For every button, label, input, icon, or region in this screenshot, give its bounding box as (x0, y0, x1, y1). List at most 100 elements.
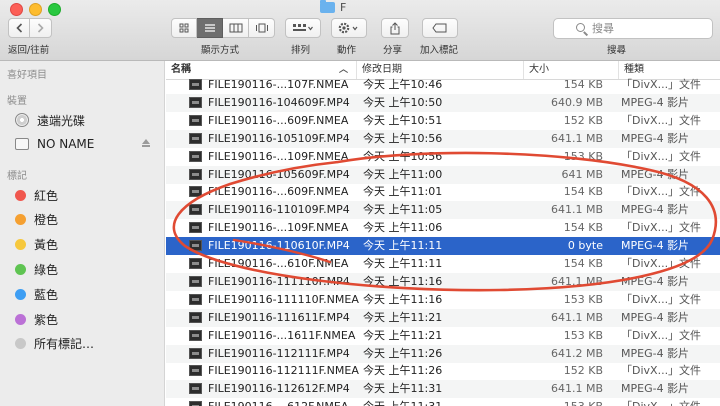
table-row[interactable]: FILE190116-...612F.NMEA 今天 上午11:31 153 KB 「… (166, 398, 720, 406)
sidebar-item-tag[interactable]: 紅色 (15, 184, 160, 206)
tags-header: 標記 (7, 171, 27, 182)
video-file-icon (189, 275, 202, 287)
gallery-view-button[interactable] (249, 18, 275, 38)
devices-header: 裝置 (7, 96, 27, 107)
sidebar-item-remote-disc[interactable]: 遠端光碟 (15, 109, 160, 131)
table-row[interactable]: FILE190116-...609F.NMEA 今天 上午11:01 154 KB 「… (166, 183, 720, 201)
table-row[interactable]: FILE190116-112111F.NMEA 今天 上午11:26 152 KB 「… (166, 362, 720, 380)
tag-color-dot-icon (15, 313, 26, 325)
table-row[interactable]: FILE190116-110109F.MP4 今天 上午11:05 641.1 MB… (166, 201, 720, 220)
external-drive-icon (15, 138, 29, 150)
close-window-button[interactable] (10, 3, 23, 16)
file-name: FILE190116-...609F.NMEA (208, 185, 349, 199)
table-row[interactable]: FILE190116-105109F.MP4 今天 上午10:56 641.1 MB… (166, 129, 720, 148)
sidebar-item-no-name[interactable]: NO NAME (15, 133, 160, 155)
table-row[interactable]: FILE190116-105609F.MP4 今天 上午11:00 641 MB MP… (166, 165, 720, 184)
file-date: 今天 上午11:06 (363, 221, 443, 235)
file-size: 641.1 MB (550, 310, 603, 324)
table-row[interactable]: FILE190116-112111F.MP4 今天 上午11:26 641.2 MB… (166, 344, 720, 363)
tag-color-dot-icon (15, 189, 26, 201)
share-button[interactable] (381, 18, 409, 38)
sidebar-item-tag[interactable]: 紫色 (15, 308, 160, 330)
file-name: FILE190116-111110F.MP4 (208, 274, 350, 288)
add-tag-button[interactable] (422, 18, 458, 38)
file-date: 今天 上午10:56 (363, 131, 443, 145)
table-row-selected[interactable]: FILE190116-110610F.MP4 今天 上午11:11 0 byte MP… (166, 237, 720, 256)
file-size: 641 MB (561, 167, 603, 181)
file-date: 今天 上午11:01 (363, 185, 443, 199)
search-field[interactable] (553, 18, 713, 39)
file-date: 今天 上午11:00 (363, 167, 443, 181)
action-button[interactable] (331, 18, 367, 38)
file-size: 153 KB (563, 328, 603, 342)
table-row[interactable]: FILE190116-111110F.NMEA 今天 上午11:16 153 KB 「… (166, 291, 720, 309)
optical-disc-icon (15, 113, 29, 127)
table-row[interactable]: FILE190116-...109F.NMEA 今天 上午11:06 154 KB 「… (166, 219, 720, 237)
window-title-text: F (340, 0, 347, 14)
file-size: 154 KB (563, 185, 603, 199)
file-kind: MPEG-4 影片 (621, 346, 690, 360)
sidebar-item-tag[interactable]: 所有標記… (15, 333, 160, 355)
table-row[interactable]: FILE190116-112612F.MP4 今天 上午11:31 641.1 MB… (166, 380, 720, 399)
file-name: FILE190116-111611F.MP4 (208, 310, 350, 324)
file-kind: 「DivX...」文件 (621, 221, 702, 235)
sidebar-item-tag[interactable]: 綠色 (15, 258, 160, 280)
sidebar: 喜好項目 裝置 遠端光碟 NO NAME 標記 紅色橙色黃色綠色藍色紫色所有標記… (0, 61, 165, 406)
minimize-window-button[interactable] (29, 3, 42, 16)
table-row[interactable]: FILE190116-...107F.NMEA 今天 上午10:46 154 KB 「… (166, 76, 720, 94)
favorites-header: 喜好項目 (7, 70, 47, 81)
file-kind: MPEG-4 影片 (621, 95, 690, 109)
table-row[interactable]: FILE190116-111110F.MP4 今天 上午11:16 641.1 MB… (166, 272, 720, 291)
tag-color-dot-icon (15, 263, 26, 275)
file-date: 今天 上午11:05 (363, 203, 443, 217)
tag-color-dot-icon (15, 338, 26, 350)
file-name: FILE190116-...109F.NMEA (208, 149, 349, 163)
file-date: 今天 上午11:26 (363, 346, 443, 360)
file-kind: MPEG-4 影片 (621, 310, 690, 324)
file-size: 154 KB (563, 221, 603, 235)
tag-icon (432, 23, 447, 33)
columns-icon (229, 23, 242, 33)
back-forward-label: 返回/往前 (8, 45, 50, 56)
sidebar-item-label: 遠端光碟 (37, 113, 86, 128)
eject-icon[interactable] (142, 139, 150, 147)
column-view-button[interactable] (223, 18, 249, 38)
file-kind: 「DivX...」文件 (621, 78, 702, 91)
sidebar-item-label: 黃色 (34, 238, 59, 253)
file-size: 152 KB (563, 113, 603, 127)
sidebar-item-tag[interactable]: 黃色 (15, 234, 160, 256)
file-date: 今天 上午10:56 (363, 149, 443, 163)
table-row[interactable]: FILE190116-...610F.NMEA 今天 上午11:11 154 KB 「… (166, 255, 720, 273)
sidebar-item-label: NO NAME (37, 137, 95, 151)
zoom-window-button[interactable] (48, 3, 61, 16)
file-list: 名稱 ︿ 修改日期 大小 種類 FILE190116-...107F.NMEA 今… (166, 61, 720, 406)
file-size: 641.1 MB (550, 382, 603, 396)
grid-icon (179, 23, 189, 33)
file-size: 153 KB (563, 149, 603, 163)
sidebar-item-tag[interactable]: 橙色 (15, 209, 160, 231)
video-file-icon (189, 79, 202, 90)
gear-icon (338, 22, 358, 34)
tag-color-dot-icon (15, 288, 26, 300)
list-view-button[interactable] (197, 18, 223, 38)
file-size: 640.9 MB (550, 95, 603, 109)
gallery-icon (255, 23, 268, 33)
sidebar-item-tag[interactable]: 藍色 (15, 283, 160, 305)
table-row[interactable]: FILE190116-...609F.NMEA 今天 上午10:51 152 KB 「… (166, 112, 720, 130)
file-size: 641.2 MB (550, 346, 603, 360)
list-icon (204, 24, 215, 32)
icon-view-button[interactable] (171, 18, 197, 38)
search-input[interactable] (590, 21, 694, 36)
table-row[interactable]: FILE190116-...109F.NMEA 今天 上午10:56 153 KB 「… (166, 148, 720, 166)
back-button[interactable] (8, 18, 30, 38)
file-name: FILE190116-104609F.MP4 (208, 95, 350, 109)
sort-button[interactable] (285, 18, 321, 38)
sidebar-item-label: 橙色 (34, 213, 59, 228)
table-row[interactable]: FILE190116-...1611F.NMEA 今天 上午11:21 153 KB… (166, 327, 720, 345)
forward-button[interactable] (30, 18, 52, 38)
table-row[interactable]: FILE190116-111611F.MP4 今天 上午11:21 641.1 MB… (166, 308, 720, 327)
window-title: F (320, 0, 346, 14)
file-size: 154 KB (563, 78, 603, 91)
file-date: 今天 上午11:11 (363, 257, 443, 270)
table-row[interactable]: FILE190116-104609F.MP4 今天 上午10:50 640.9 MB… (166, 93, 720, 112)
